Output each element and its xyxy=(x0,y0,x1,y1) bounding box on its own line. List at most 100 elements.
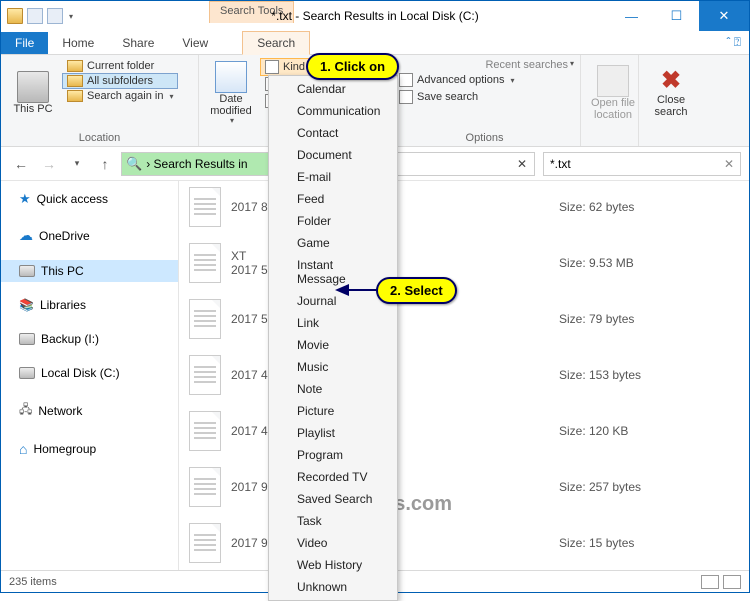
result-row[interactable]: 2017 9:22 AMSize: 257 bytes xyxy=(179,461,749,517)
kind-option-web-history[interactable]: Web History xyxy=(269,554,397,576)
group-label-options: Options xyxy=(395,130,574,144)
callout-1: 1. Click on xyxy=(306,53,399,80)
minimize-button[interactable]: — xyxy=(609,1,654,31)
kind-option-unknown[interactable]: Unknown xyxy=(269,576,397,598)
kind-option-folder[interactable]: Folder xyxy=(269,210,397,232)
app-icon xyxy=(7,8,23,24)
folder-icon xyxy=(67,60,83,72)
file-size: Size: 15 bytes xyxy=(559,536,739,550)
kind-option-contact[interactable]: Contact xyxy=(269,122,397,144)
file-icon xyxy=(189,467,221,507)
kind-option-program[interactable]: Program xyxy=(269,444,397,466)
kind-option-note[interactable]: Note xyxy=(269,378,397,400)
all-subfolders-button[interactable]: All subfolders xyxy=(63,74,177,88)
result-row[interactable]: 2017 4:03 PMSize: 120 KB xyxy=(179,405,749,461)
this-pc-label: This PC xyxy=(13,103,52,115)
kind-option-video[interactable]: Video xyxy=(269,532,397,554)
current-folder-button[interactable]: Current folder xyxy=(63,59,177,73)
kind-option-playlist[interactable]: Playlist xyxy=(269,422,397,444)
search-box[interactable]: *.txt ✕ xyxy=(543,152,741,176)
results-list[interactable]: 2017 8:46 PMSize: 62 bytesXT2017 5:52 PM… xyxy=(179,181,749,570)
file-icon xyxy=(189,243,221,283)
sidebar-this-pc[interactable]: This PC xyxy=(1,260,178,282)
clear-search-icon[interactable]: ✕ xyxy=(724,157,734,171)
sidebar-onedrive[interactable]: OneDrive xyxy=(1,223,178,248)
menu-bar: File Home Share View Search ˆ ⍰ xyxy=(1,31,749,55)
sidebar-libraries[interactable]: Libraries xyxy=(1,294,178,316)
large-icons-view-icon[interactable] xyxy=(723,575,741,589)
open-location-icon xyxy=(597,65,629,97)
open-file-location-button: Open file location xyxy=(587,59,639,127)
kind-option-calendar[interactable]: Calendar xyxy=(269,78,397,100)
pc-icon xyxy=(17,71,49,103)
kind-option-picture[interactable]: Picture xyxy=(269,400,397,422)
kind-option-feed[interactable]: Feed xyxy=(269,188,397,210)
group-label-location: Location xyxy=(7,130,192,144)
file-icon xyxy=(189,187,221,227)
file-size: Size: 9.53 MB xyxy=(559,256,739,270)
close-button[interactable]: ✕ xyxy=(699,1,749,31)
file-size: Size: 153 bytes xyxy=(559,368,739,382)
result-row[interactable]: 2017 9:22 AMSize: 15 bytes xyxy=(179,517,749,570)
file-menu[interactable]: File xyxy=(1,32,48,54)
this-pc-button[interactable]: This PC xyxy=(7,59,59,127)
result-row[interactable]: 2017 8:46 PMSize: 62 bytes xyxy=(179,181,749,237)
tab-home[interactable]: Home xyxy=(48,32,108,54)
date-modified-button[interactable]: Date modified▾ xyxy=(205,59,257,127)
file-size: Size: 257 bytes xyxy=(559,480,739,494)
result-row[interactable]: 2017 5:21 PMSize: 79 bytes xyxy=(179,293,749,349)
close-search-button[interactable]: ✖ Close search xyxy=(645,59,697,127)
kind-option-recorded-tv[interactable]: Recorded TV xyxy=(269,466,397,488)
qat-dropdown-icon[interactable]: ▾ xyxy=(69,12,73,21)
save-search-button[interactable]: Save search xyxy=(395,89,574,105)
qat-item[interactable] xyxy=(47,8,63,24)
kind-option-communication[interactable]: Communication xyxy=(269,100,397,122)
file-size: Size: 120 KB xyxy=(559,424,739,438)
homegroup-icon xyxy=(19,441,27,457)
cloud-icon xyxy=(19,227,33,244)
result-row[interactable]: 2017 4:04 PMSize: 153 bytes xyxy=(179,349,749,405)
tab-view[interactable]: View xyxy=(168,32,222,54)
kind-option-e-mail[interactable]: E-mail xyxy=(269,166,397,188)
kind-option-task[interactable]: Task xyxy=(269,510,397,532)
history-dropdown[interactable]: ▾ xyxy=(65,152,89,176)
sidebar-quick-access[interactable]: Quick access xyxy=(1,187,178,211)
details-view-icon[interactable] xyxy=(701,575,719,589)
sidebar-backup[interactable]: Backup (I:) xyxy=(1,328,178,350)
help-icon[interactable]: ˆ ⍰ xyxy=(726,35,741,50)
file-icon xyxy=(189,411,221,451)
back-button[interactable]: ← xyxy=(9,152,33,176)
kind-option-document[interactable]: Document xyxy=(269,144,397,166)
address-text: Search Results in xyxy=(154,157,248,171)
navigation-pane: Quick access OneDrive This PC Libraries … xyxy=(1,181,179,570)
kind-option-movie[interactable]: Movie xyxy=(269,334,397,356)
kind-option-saved-search[interactable]: Saved Search xyxy=(269,488,397,510)
tab-search[interactable]: Search xyxy=(242,31,310,55)
star-icon xyxy=(19,191,31,207)
sidebar-homegroup[interactable]: Homegroup xyxy=(1,437,178,461)
drive-icon xyxy=(19,333,35,345)
save-icon xyxy=(399,90,413,104)
search-icon xyxy=(126,156,142,172)
stop-button[interactable]: ✕ xyxy=(510,157,534,171)
file-size: Size: 62 bytes xyxy=(559,200,739,214)
title-bar: ▾ Search Tools *.txt - Search Results in… xyxy=(1,1,749,31)
qat-item[interactable] xyxy=(27,8,43,24)
sidebar-local-disk[interactable]: Local Disk (C:) xyxy=(1,362,178,384)
kind-option-link[interactable]: Link xyxy=(269,312,397,334)
result-row[interactable]: XT2017 5:52 PMSize: 9.53 MB xyxy=(179,237,749,293)
close-x-icon: ✖ xyxy=(661,68,681,94)
up-button[interactable]: ↑ xyxy=(93,152,117,176)
sidebar-network[interactable]: Network xyxy=(1,396,178,425)
maximize-button[interactable]: ☐ xyxy=(654,1,699,31)
advanced-options-button[interactable]: Advanced options▾ xyxy=(395,72,574,88)
folder-icon xyxy=(67,90,83,102)
tab-share[interactable]: Share xyxy=(108,32,168,54)
kind-option-game[interactable]: Game xyxy=(269,232,397,254)
gear-icon xyxy=(399,73,413,87)
search-again-button[interactable]: Search again in▾ xyxy=(63,89,177,103)
kind-option-music[interactable]: Music xyxy=(269,356,397,378)
callout-2: 2. Select xyxy=(376,277,457,304)
kind-dropdown-menu: CalendarCommunicationContactDocumentE-ma… xyxy=(268,75,398,601)
search-value: *.txt xyxy=(550,157,571,171)
